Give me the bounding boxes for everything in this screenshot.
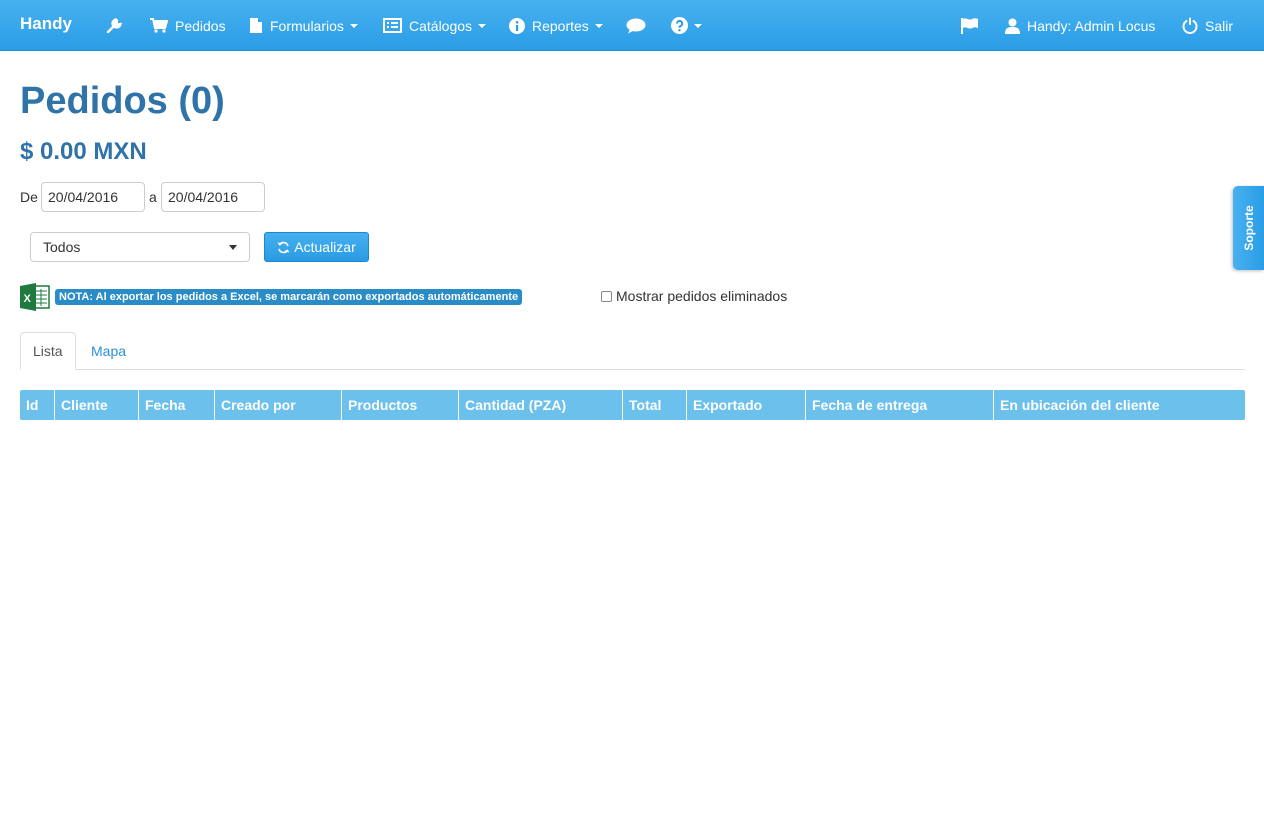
help-icon: [671, 17, 688, 34]
refresh-icon: [277, 241, 290, 254]
page-title: Pedidos (0): [20, 80, 225, 122]
to-date-input[interactable]: [161, 182, 265, 212]
settings-wrench-icon[interactable]: [105, 0, 123, 51]
file-icon: [249, 17, 263, 34]
help-menu[interactable]: [671, 0, 702, 51]
show-deleted-option[interactable]: Mostrar pedidos eliminados: [601, 288, 787, 304]
info-icon: [509, 17, 525, 34]
total-amount: $ 0.00 MXN: [20, 138, 147, 165]
status-select[interactable]: Todos: [30, 232, 250, 262]
chevron-down-icon: [694, 23, 702, 28]
list-icon: [383, 18, 402, 33]
nav-catalogos[interactable]: Catálogos: [383, 0, 487, 51]
to-label: a: [149, 189, 157, 205]
chat-icon[interactable]: [626, 0, 646, 51]
status-select-value: Todos: [43, 239, 81, 255]
nav-pedidos[interactable]: Pedidos: [150, 0, 226, 51]
nav-reportes[interactable]: Reportes: [509, 0, 603, 51]
orders-table-header: Id Cliente Fecha Creado por Productos Ca…: [20, 390, 1245, 420]
chevron-down-icon: [349, 23, 358, 28]
nav-formularios-label: Formularios: [270, 17, 344, 34]
column-header-ubicacion-cliente[interactable]: En ubicación del cliente: [994, 390, 1245, 420]
chevron-down-icon: [478, 23, 487, 28]
user-icon: [1005, 18, 1020, 34]
tab-mapa[interactable]: Mapa: [79, 332, 138, 370]
excel-logo-letter: X: [24, 293, 32, 305]
refresh-label: Actualizar: [294, 239, 356, 255]
show-deleted-label: Mostrar pedidos eliminados: [616, 288, 788, 304]
from-date-input[interactable]: [41, 182, 145, 212]
cart-icon: [150, 18, 168, 33]
chevron-down-icon: [229, 245, 237, 250]
show-deleted-checkbox[interactable]: [601, 290, 612, 302]
column-header-fecha[interactable]: Fecha: [139, 390, 215, 420]
nav-pedidos-label: Pedidos: [175, 17, 226, 34]
export-note-badge: NOTA: Al exportar los pedidos a Excel, s…: [55, 289, 523, 305]
nav-reportes-label: Reportes: [532, 17, 589, 34]
support-tab[interactable]: Soporte: [1233, 186, 1264, 270]
column-header-creado-por[interactable]: Creado por: [215, 390, 342, 420]
from-label: De: [20, 189, 38, 205]
column-header-total[interactable]: Total: [623, 390, 687, 420]
logout-label: Salir: [1205, 17, 1234, 34]
support-label: Soporte: [1241, 205, 1256, 251]
refresh-button[interactable]: Actualizar: [264, 232, 369, 262]
brand-logo[interactable]: Handy: [20, 0, 72, 49]
column-header-fecha-entrega[interactable]: Fecha de entrega: [806, 390, 994, 420]
power-icon: [1182, 17, 1198, 34]
nav-catalogos-label: Catálogos: [409, 17, 473, 34]
tab-lista[interactable]: Lista: [20, 332, 76, 370]
column-header-id[interactable]: Id: [20, 390, 55, 420]
column-header-exportado[interactable]: Exportado: [687, 390, 806, 420]
top-navbar: Handy Pedidos Formularios Catálogos Repo…: [0, 0, 1264, 51]
column-header-cliente[interactable]: Cliente: [55, 390, 139, 420]
user-menu[interactable]: Handy: Admin Locus: [1005, 0, 1155, 51]
excel-icon[interactable]: X: [20, 283, 50, 316]
column-header-productos[interactable]: Productos: [342, 390, 459, 420]
logout-button[interactable]: Salir: [1182, 0, 1233, 51]
chevron-down-icon: [594, 23, 603, 28]
tabs-divider: [20, 369, 1245, 370]
column-header-cantidad[interactable]: Cantidad (PZA): [459, 390, 623, 420]
nav-formularios[interactable]: Formularios: [249, 0, 358, 51]
user-name: Handy: Admin Locus: [1027, 17, 1156, 34]
flag-icon[interactable]: [960, 0, 979, 51]
